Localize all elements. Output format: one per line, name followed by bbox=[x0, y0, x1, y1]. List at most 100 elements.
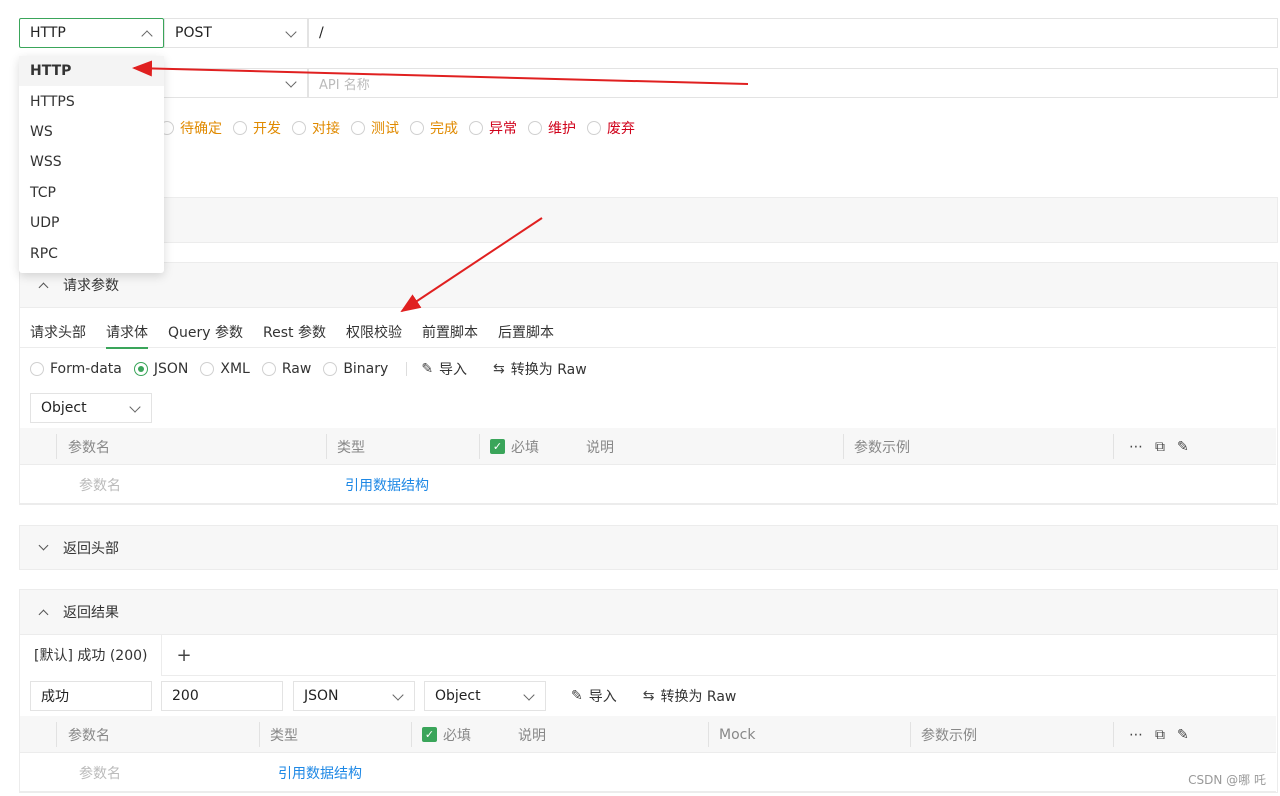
col-required[interactable]: ✓ 必填 bbox=[490, 428, 539, 465]
col-type: 类型 bbox=[270, 727, 298, 744]
request-tab[interactable]: 前置脚本 bbox=[412, 316, 488, 348]
status-option[interactable]: 废弃 bbox=[587, 118, 635, 138]
request-tab[interactable]: 请求头部 bbox=[20, 316, 96, 348]
path-value: / bbox=[319, 25, 324, 41]
protocol-option[interactable]: WS bbox=[19, 117, 164, 147]
column-divider bbox=[479, 434, 480, 459]
body-type-option[interactable]: XML bbox=[200, 361, 250, 377]
protocol-option[interactable]: WSS bbox=[19, 147, 164, 177]
response-name-value: 成功 bbox=[41, 689, 69, 705]
collapsed-section-bar[interactable] bbox=[19, 197, 1278, 243]
edit-icon[interactable]: ✎ bbox=[1177, 439, 1189, 455]
response-code-input[interactable]: 200 bbox=[161, 681, 283, 711]
response-name-input[interactable]: 成功 bbox=[30, 681, 152, 711]
status-option[interactable]: 对接 bbox=[292, 118, 340, 138]
more-icon[interactable]: ⋯ bbox=[1129, 439, 1143, 455]
response-convert-raw-button[interactable]: ⇆ 转换为 Raw bbox=[643, 686, 737, 706]
protocol-dropdown-menu: HTTP HTTPS WS WSS TCP UDP RPC bbox=[19, 56, 164, 273]
copy-icon[interactable]: ⧉ bbox=[1155, 727, 1165, 743]
protocol-option[interactable]: TCP bbox=[19, 178, 164, 208]
body-type-option[interactable]: JSON bbox=[133, 361, 188, 377]
response-root-type-select[interactable]: Object bbox=[424, 681, 546, 711]
convert-raw-button[interactable]: ⇆ 转换为 Raw bbox=[493, 359, 587, 379]
protocol-select[interactable]: HTTP bbox=[19, 18, 164, 48]
ref-data-structure-link[interactable]: 引用数据结构 bbox=[278, 754, 362, 792]
path-input[interactable]: / bbox=[308, 18, 1278, 48]
method-value: POST bbox=[175, 25, 212, 41]
radio-icon bbox=[233, 121, 247, 135]
chevron-down-icon bbox=[523, 689, 535, 701]
status-option[interactable]: 待确定 bbox=[160, 118, 222, 138]
status-option[interactable]: 完成 bbox=[410, 118, 458, 138]
table-actions: ⋯ ⧉ ✎ bbox=[1129, 428, 1189, 465]
status-option[interactable]: 异常 bbox=[469, 118, 517, 138]
response-result-title: 返回结果 bbox=[63, 605, 119, 621]
body-root-type-select[interactable]: Object bbox=[30, 393, 152, 423]
import-label: 导入 bbox=[439, 362, 468, 378]
body-type-label: Raw bbox=[281, 361, 312, 377]
convert-icon: ⇆ bbox=[642, 688, 655, 704]
body-type-option[interactable]: Binary bbox=[323, 361, 388, 377]
radio-icon bbox=[323, 362, 338, 376]
radio-icon bbox=[200, 362, 215, 376]
param-name-input[interactable]: 参数名 bbox=[79, 754, 121, 792]
required-checkbox-icon: ✓ bbox=[490, 439, 505, 454]
request-tab[interactable]: Rest 参数 bbox=[253, 316, 336, 348]
body-type-option[interactable]: Raw bbox=[261, 361, 312, 377]
response-format-select[interactable]: JSON bbox=[293, 681, 415, 711]
body-type-label: Binary bbox=[343, 361, 389, 377]
more-icon[interactable]: ⋯ bbox=[1129, 727, 1143, 743]
col-description: 说明 bbox=[518, 727, 546, 744]
response-headers-header[interactable]: 返回头部 bbox=[19, 525, 1278, 570]
body-type-radios: Form-data JSON XML Raw Binary bbox=[30, 361, 400, 377]
response-import-button[interactable]: ✎ 导入 bbox=[571, 686, 617, 706]
status-option[interactable]: 测试 bbox=[351, 118, 399, 138]
column-divider bbox=[843, 434, 844, 459]
chevron-down-icon bbox=[285, 76, 297, 88]
response-code-value: 200 bbox=[172, 688, 199, 704]
protocol-option[interactable]: HTTPS bbox=[19, 86, 164, 116]
protocol-option[interactable]: UDP bbox=[19, 208, 164, 238]
caret-up-icon bbox=[38, 609, 49, 619]
radio-icon bbox=[410, 121, 424, 135]
col-param-name: 参数名 bbox=[68, 439, 110, 456]
col-type: 类型 bbox=[337, 439, 365, 456]
col-required[interactable]: ✓ 必填 bbox=[422, 716, 471, 753]
ref-data-structure-link[interactable]: 引用数据结构 bbox=[345, 466, 429, 504]
body-type-row: Form-data JSON XML Raw Binary ✎ 导入 ⇆ 转换为 Raw bbox=[30, 358, 613, 380]
col-mock: Mock bbox=[719, 726, 756, 743]
column-divider bbox=[411, 722, 412, 747]
response-result-header[interactable]: 返回结果 bbox=[19, 589, 1278, 635]
request-tab[interactable]: 权限校验 bbox=[336, 316, 412, 348]
convert-label: 转换为 Raw bbox=[510, 362, 587, 378]
import-button[interactable]: ✎ 导入 bbox=[421, 359, 467, 379]
col-description: 说明 bbox=[586, 439, 614, 456]
radio-icon bbox=[292, 121, 306, 135]
request-tab[interactable]: Query 参数 bbox=[158, 316, 253, 348]
body-type-label: Form-data bbox=[50, 361, 122, 377]
status-option[interactable]: 开发 bbox=[233, 118, 281, 138]
column-divider bbox=[910, 722, 911, 747]
request-tab[interactable]: 后置脚本 bbox=[488, 316, 564, 348]
api-name-input[interactable]: API 名称 bbox=[308, 68, 1278, 98]
protocol-option[interactable]: RPC bbox=[19, 238, 164, 268]
table-row: 参数名 引用数据结构 bbox=[20, 754, 1276, 792]
add-response-button[interactable]: + bbox=[162, 645, 191, 666]
request-table-header: 参数名 类型 ✓ 必填 说明 参数示例 ⋯ ⧉ ✎ bbox=[20, 428, 1276, 465]
request-tab[interactable]: 请求体 bbox=[96, 316, 158, 349]
body-root-type-value: Object bbox=[41, 400, 87, 416]
request-params-header[interactable]: 请求参数 bbox=[19, 262, 1278, 308]
protocol-option[interactable]: HTTP bbox=[19, 56, 164, 87]
col-required-label: 必填 bbox=[511, 439, 539, 456]
edit-icon[interactable]: ✎ bbox=[1177, 727, 1189, 743]
copy-icon[interactable]: ⧉ bbox=[1155, 439, 1165, 455]
param-name-input[interactable]: 参数名 bbox=[79, 466, 121, 504]
protocol-value: HTTP bbox=[30, 25, 66, 41]
request-tabs: 请求头部 请求体 Query 参数 Rest 参数 权限校验 前置脚本 后置脚本 bbox=[20, 316, 1276, 349]
status-option[interactable]: 维护 bbox=[528, 118, 576, 138]
response-tools: ✎ 导入 ⇆ 转换为 Raw bbox=[571, 685, 762, 707]
body-type-option[interactable]: Form-data bbox=[30, 361, 122, 377]
response-tab-default[interactable]: [默认] 成功 (200) bbox=[20, 634, 163, 677]
response-tab-label: [默认] 成功 (200) bbox=[34, 648, 148, 664]
method-select[interactable]: POST bbox=[164, 18, 308, 48]
